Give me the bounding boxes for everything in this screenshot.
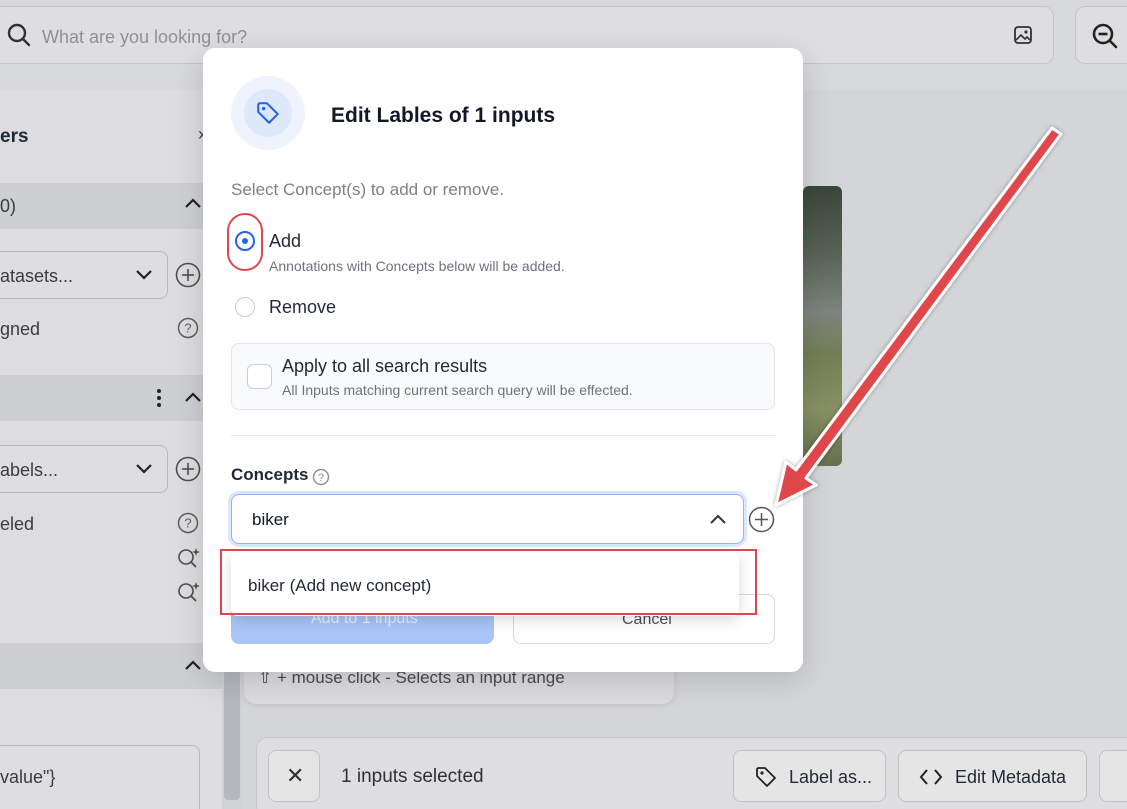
add-radio-description: Annotations with Concepts below will be … xyxy=(269,258,565,274)
help-icon[interactable]: ? xyxy=(312,468,330,491)
tag-icon xyxy=(257,102,279,124)
modal-icon-badge-inner xyxy=(244,89,292,137)
svg-text:?: ? xyxy=(318,472,324,484)
apply-all-label[interactable]: Apply to all search results xyxy=(282,356,487,377)
concept-search-input[interactable] xyxy=(231,494,744,544)
apply-all-checkbox[interactable] xyxy=(247,364,272,389)
remove-radio[interactable] xyxy=(235,297,255,317)
divider xyxy=(231,435,775,436)
add-concept-icon[interactable] xyxy=(748,506,775,538)
modal-subtitle: Select Concept(s) to add or remove. xyxy=(231,180,505,199)
concepts-label: Concepts xyxy=(231,465,309,484)
apply-all-description: All Inputs matching current search query… xyxy=(282,382,633,398)
annotation-rectangle xyxy=(220,549,757,615)
concept-input-value[interactable]: biker xyxy=(252,510,289,530)
annotation-circle xyxy=(227,213,263,271)
remove-radio-label[interactable]: Remove xyxy=(269,297,336,318)
modal-title: Edit Lables of 1 inputs xyxy=(331,104,556,127)
chevron-up-icon[interactable] xyxy=(709,512,727,531)
add-radio-label[interactable]: Add xyxy=(269,231,301,252)
